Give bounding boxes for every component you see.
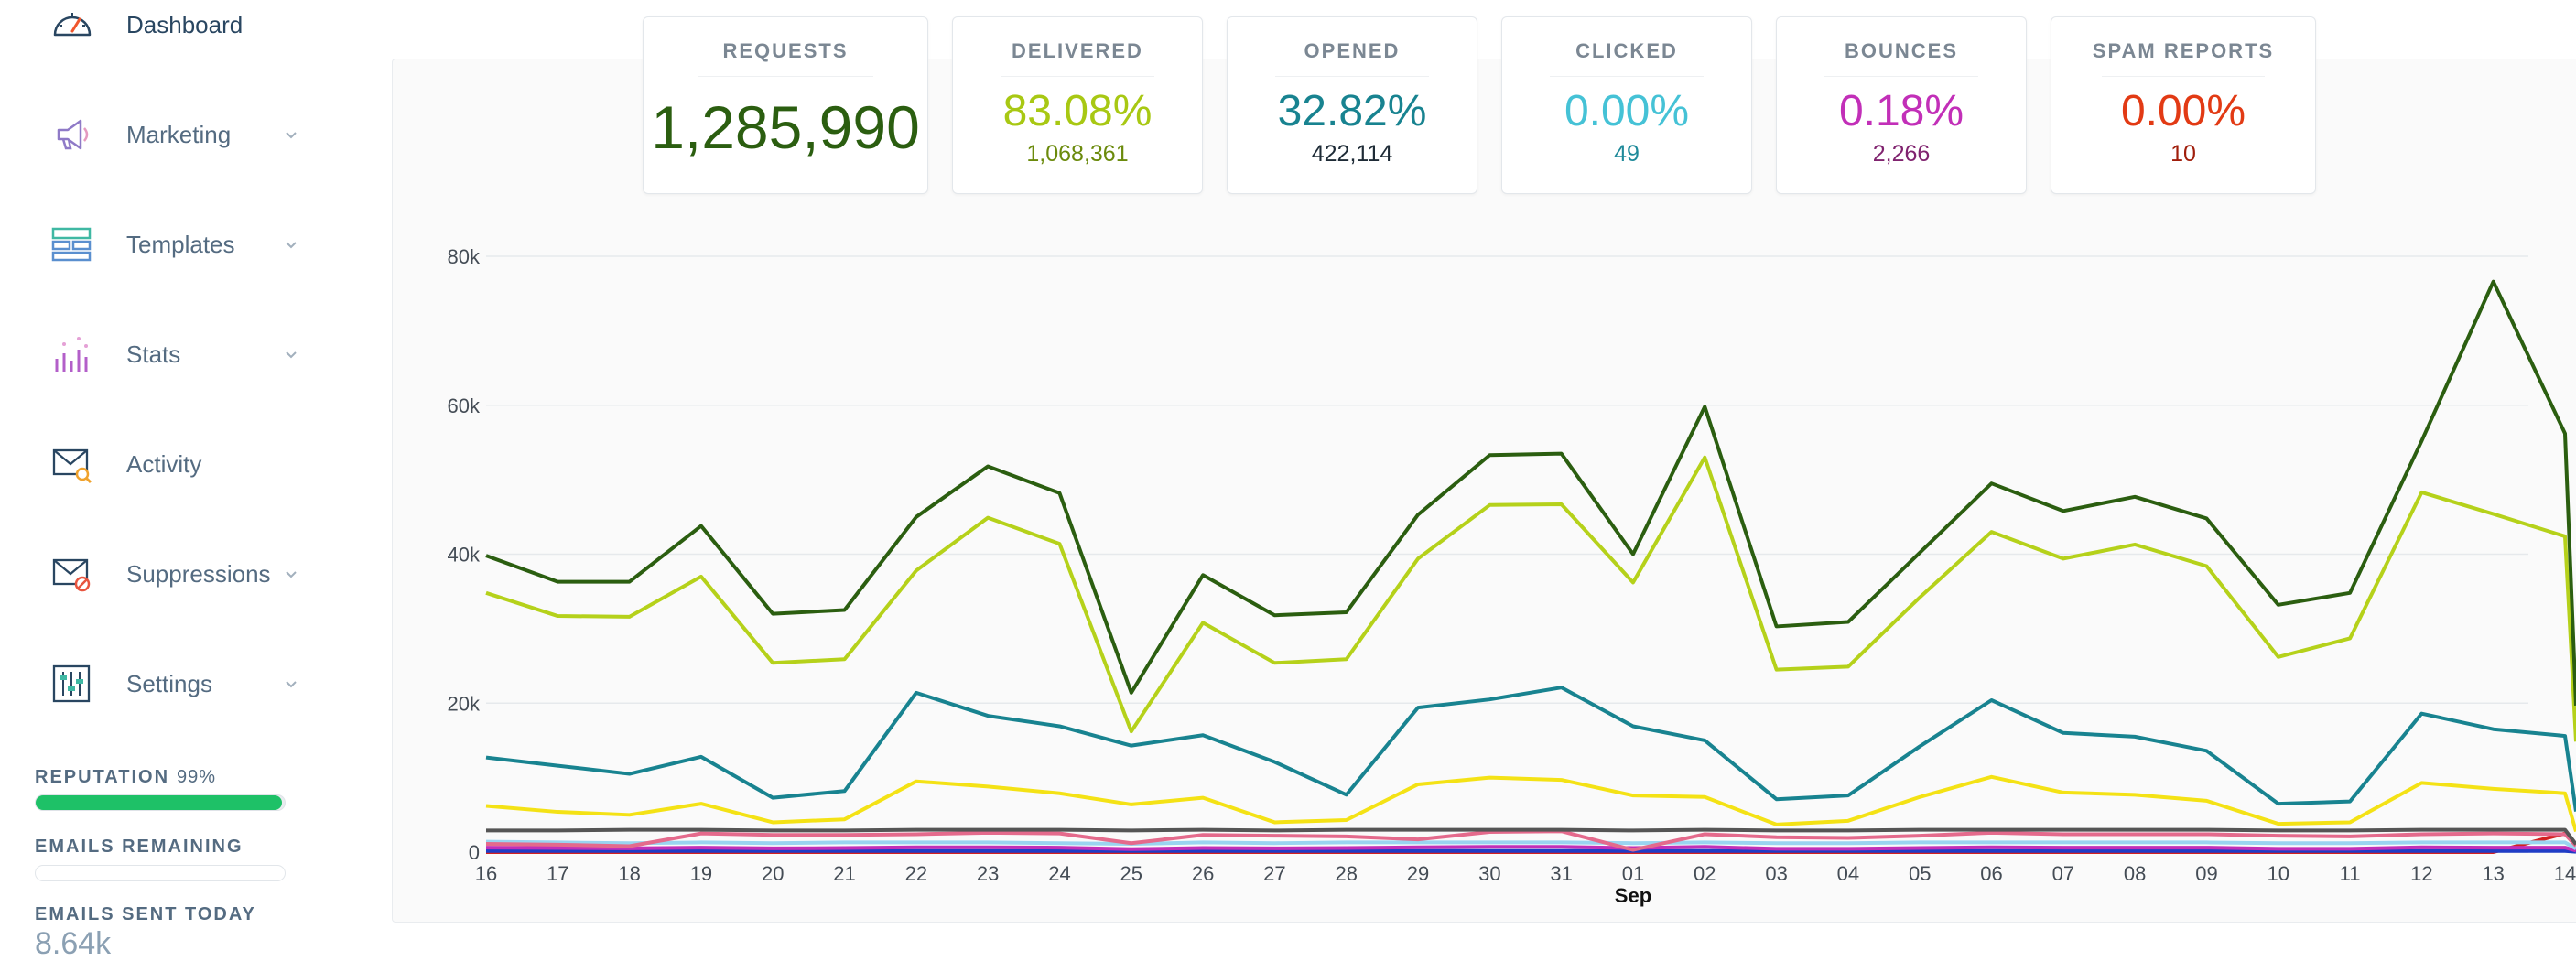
x-tick-label: 04 — [1837, 862, 1859, 885]
x-tick-label: 01 — [1622, 862, 1644, 885]
x-month-label: Sep — [1615, 884, 1651, 907]
x-tick-label: 16 — [475, 862, 497, 885]
y-tick-label: 40k — [448, 544, 481, 567]
x-tick-label: 21 — [833, 862, 855, 885]
x-tick-label: 26 — [1192, 862, 1214, 885]
x-tick-label: 06 — [1980, 862, 2002, 885]
x-tick-label: 22 — [905, 862, 927, 885]
x-tick-label: 10 — [2268, 862, 2289, 885]
y-tick-label: 20k — [448, 692, 481, 715]
x-tick-label: 08 — [2124, 862, 2146, 885]
x-tick-label: 29 — [1407, 862, 1429, 885]
y-tick-label: 60k — [448, 394, 481, 417]
x-tick-label: 20 — [762, 862, 784, 885]
x-tick-label: 07 — [2052, 862, 2074, 885]
x-tick-label: 14 — [2554, 862, 2576, 885]
x-tick-label: 11 — [2340, 862, 2361, 885]
x-tick-label: 23 — [977, 862, 999, 885]
email-activity-line-chart: 0 20k 40k 60k 80k 16 17 18 19 20 21 22 23 24 25 26 27 28 2… — [448, 245, 2576, 907]
series-line — [485, 686, 2576, 812]
x-tick-label: 12 — [2410, 862, 2432, 885]
x-tick-label: 03 — [1765, 862, 1787, 885]
x-tick-label: 31 — [1550, 862, 1572, 885]
x-tick-label: 30 — [1478, 862, 1500, 885]
y-tick-label: 80k — [448, 245, 481, 268]
x-tick-label: 19 — [690, 862, 712, 885]
x-tick-label: 02 — [1694, 862, 1716, 885]
x-tick-label: 27 — [1263, 862, 1285, 885]
x-tick-label: 18 — [618, 862, 640, 885]
x-tick-label: 05 — [1909, 862, 1931, 885]
series-line — [485, 279, 2576, 707]
series-line — [485, 455, 2576, 742]
x-tick-label: 25 — [1120, 862, 1142, 885]
y-tick-label: 0 — [469, 841, 480, 864]
series-line — [486, 848, 2576, 854]
x-tick-label: 09 — [2195, 862, 2217, 885]
x-tick-label: 17 — [547, 862, 568, 885]
x-tick-label: 24 — [1048, 862, 1070, 885]
x-tick-label: 13 — [2482, 862, 2504, 885]
series-line — [485, 774, 2576, 833]
x-tick-label: 28 — [1335, 862, 1357, 885]
